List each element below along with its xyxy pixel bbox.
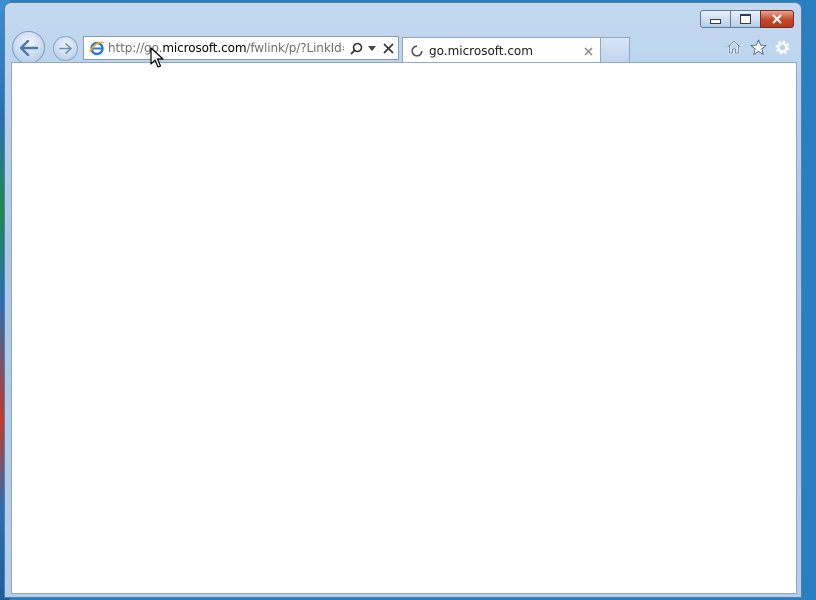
forward-button[interactable] — [53, 36, 78, 61]
close-icon — [583, 46, 593, 56]
address-tools — [348, 40, 396, 56]
stop-button[interactable] — [380, 40, 396, 56]
minimize-icon — [710, 19, 721, 24]
tab-active[interactable]: go.microsoft.com — [402, 37, 601, 64]
settings-gear-icon — [775, 40, 789, 54]
tab-title: go.microsoft.com — [429, 44, 533, 58]
address-dropdown-button[interactable] — [364, 40, 380, 56]
close-window-button[interactable] — [760, 10, 794, 28]
forward-arrow-icon — [59, 43, 72, 54]
favorites-star-icon — [750, 39, 766, 55]
internet-explorer-icon — [89, 41, 105, 56]
address-bar[interactable]: http://go.microsoft.com/fwlink/p/?LinkId… — [83, 36, 399, 60]
back-button[interactable] — [12, 31, 45, 64]
home-button[interactable] — [725, 38, 743, 56]
back-arrow-icon — [19, 39, 38, 56]
close-icon — [772, 14, 782, 24]
url-field[interactable]: http://go.microsoft.com/fwlink/p/?LinkId… — [108, 41, 344, 55]
tools-button[interactable] — [773, 38, 791, 56]
search-icon — [349, 42, 362, 55]
tab-close-button[interactable] — [580, 43, 596, 59]
url-domain: microsoft.com — [162, 41, 247, 55]
page-content[interactable] — [11, 62, 797, 594]
search-button[interactable] — [348, 40, 364, 56]
loading-spinner-icon — [411, 45, 423, 57]
home-icon — [726, 40, 742, 54]
dropdown-icon — [368, 45, 376, 51]
browser-window: http://go.microsoft.com/fwlink/p/?LinkId… — [4, 2, 802, 598]
stop-icon — [382, 42, 394, 54]
caption-buttons — [700, 10, 794, 28]
favorites-button[interactable] — [749, 38, 767, 56]
command-icons — [725, 38, 791, 56]
restore-icon — [740, 14, 751, 24]
minimize-button[interactable] — [700, 10, 730, 28]
mouse-cursor-icon — [150, 47, 164, 68]
new-tab-button[interactable] — [601, 37, 630, 63]
restore-button[interactable] — [730, 10, 760, 28]
url-suffix: /fwlink/p/?LinkId=2 — [246, 41, 344, 55]
